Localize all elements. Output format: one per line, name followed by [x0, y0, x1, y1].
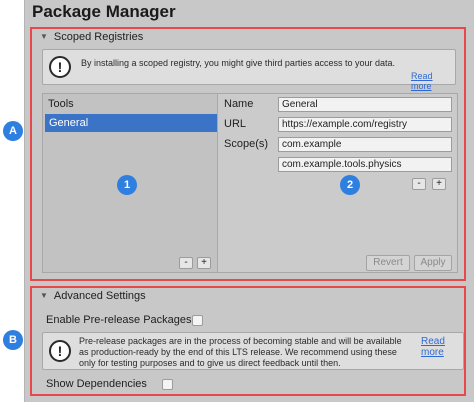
prerelease-warning-line-3: only for testing purposes and to give us…: [79, 358, 341, 368]
add-registry-button[interactable]: +: [197, 257, 211, 269]
scope-field-2[interactable]: com.example.tools.physics: [278, 157, 452, 172]
prerelease-label: Enable Pre-release Packages: [46, 314, 192, 326]
url-label: URL: [224, 118, 247, 130]
prerelease-warning-text: Pre-release packages are in the process …: [79, 336, 419, 369]
prerelease-checkbox[interactable]: [192, 315, 203, 326]
triangle-down-icon: ▼: [40, 32, 48, 41]
callout-a: A: [3, 121, 23, 141]
advanced-settings-header: Advanced Settings: [53, 290, 146, 302]
scoped-registry-warning: ! By installing a scoped registry, you m…: [42, 49, 456, 91]
callout-1: 1: [117, 175, 137, 195]
registry-list-header: Tools: [48, 98, 74, 110]
revert-button[interactable]: Revert: [366, 255, 410, 271]
scope-field-1[interactable]: com.example: [278, 137, 452, 152]
registry-details: Name General URL https://example.com/reg…: [218, 93, 458, 273]
registry-list-item-general[interactable]: General: [45, 114, 217, 132]
apply-button[interactable]: Apply: [414, 255, 452, 271]
name-field[interactable]: General: [278, 97, 452, 112]
triangle-down-icon: ▼: [40, 291, 48, 300]
scoped-registries-header: Scoped Registries: [53, 31, 144, 43]
add-scope-button[interactable]: +: [432, 178, 446, 190]
window-title: Package Manager: [32, 2, 176, 21]
advanced-settings-foldout[interactable]: ▼ Advanced Settings: [40, 290, 146, 302]
scoped-registries-foldout[interactable]: ▼ Scoped Registries: [40, 31, 143, 43]
prerelease-warning: ! Pre-release packages are in the proces…: [42, 332, 464, 370]
scoped-registry-warning-text: By installing a scoped registry, you mig…: [81, 58, 395, 68]
show-dependencies-label: Show Dependencies: [46, 378, 147, 390]
scoped-registries-section: ▼ Scoped Registries ! By installing a sco…: [30, 27, 466, 281]
show-dependencies-checkbox[interactable]: [162, 379, 173, 390]
prerelease-warning-line-2: as production-ready by the end of this L…: [79, 347, 397, 357]
read-more-link[interactable]: Read more: [411, 71, 455, 91]
prerelease-warning-line-1: Pre-release packages are in the process …: [79, 336, 402, 346]
callout-2: 2: [340, 175, 360, 195]
url-field[interactable]: https://example.com/registry: [278, 117, 452, 132]
remove-registry-button[interactable]: -: [179, 257, 193, 269]
exclamation-icon: !: [49, 340, 71, 362]
callout-b: B: [3, 330, 23, 350]
exclamation-icon: !: [49, 56, 71, 78]
remove-scope-button[interactable]: -: [412, 178, 426, 190]
scopes-label: Scope(s): [224, 138, 269, 150]
name-label: Name: [224, 98, 254, 110]
prerelease-read-more-link[interactable]: Read more: [421, 336, 463, 358]
advanced-settings-section: ▼ Advanced Settings Enable Pre-release Pa…: [30, 286, 466, 396]
